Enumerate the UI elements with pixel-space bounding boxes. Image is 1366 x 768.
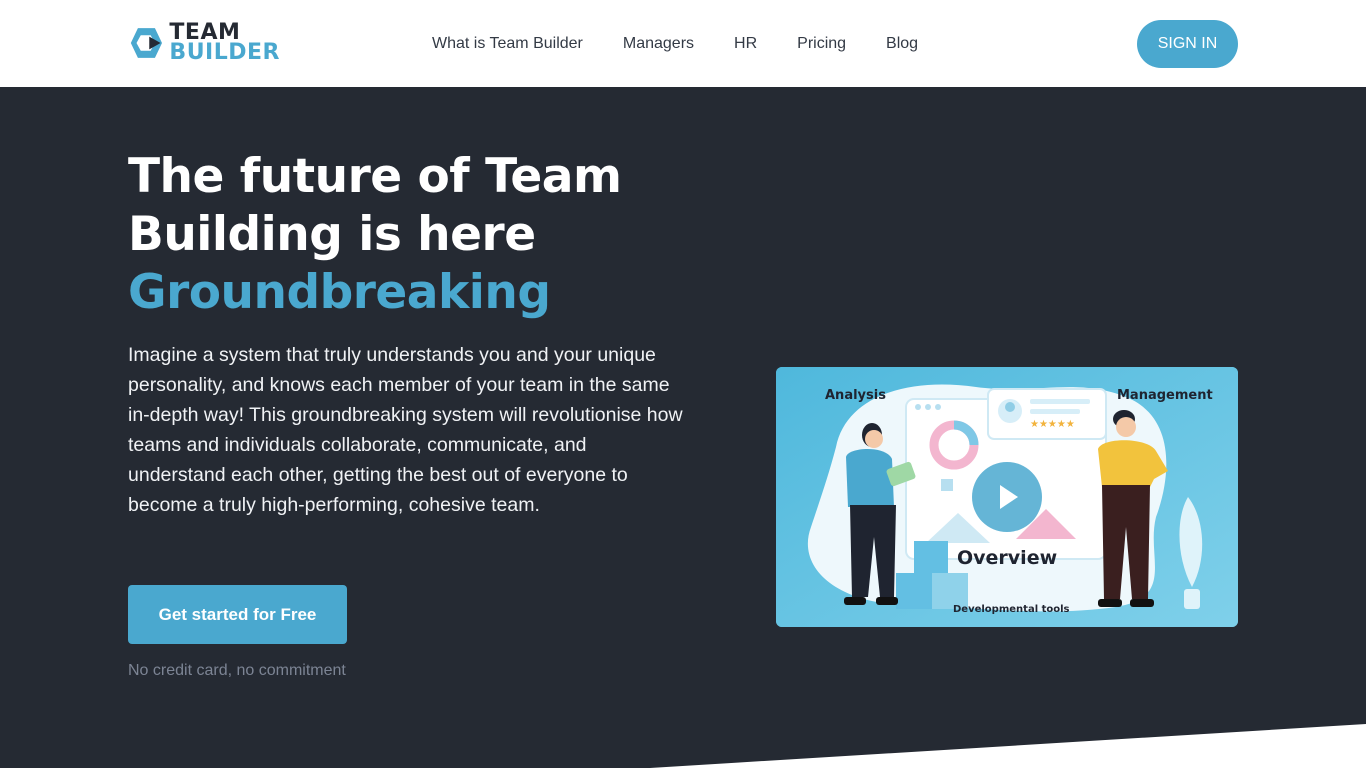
label-management: Management bbox=[1117, 388, 1213, 403]
get-started-button[interactable]: Get started for Free bbox=[128, 585, 347, 644]
nav-item-hr[interactable]: HR bbox=[734, 35, 757, 53]
nav-item-managers[interactable]: Managers bbox=[623, 35, 694, 53]
nav-item-what-is-team-builder[interactable]: What is Team Builder bbox=[432, 35, 583, 53]
nav-item-pricing[interactable]: Pricing bbox=[797, 35, 846, 53]
label-developmental-tools: Developmental tools bbox=[953, 604, 1070, 615]
logo-mark-icon bbox=[130, 28, 163, 58]
section-divider bbox=[650, 724, 1366, 768]
svg-text:★★★★★: ★★★★★ bbox=[1030, 419, 1075, 430]
cta-note: No credit card, no commitment bbox=[128, 662, 346, 679]
nav-item-blog[interactable]: Blog bbox=[886, 35, 918, 53]
video-illustration: ★★★★★ Analysis Management Overview Devel… bbox=[776, 367, 1238, 627]
logo-text-builder: BUILDER bbox=[169, 40, 280, 65]
label-overview: Overview bbox=[957, 547, 1057, 569]
sign-in-button[interactable]: SIGN IN bbox=[1137, 20, 1238, 68]
rating-stars-icon: ★★★★★ bbox=[1030, 419, 1075, 430]
label-analysis: Analysis bbox=[825, 388, 886, 403]
site-header: TEAM BUILDER What is Team Builder Manage… bbox=[0, 0, 1366, 87]
logo[interactable]: TEAM BUILDER bbox=[128, 20, 280, 66]
hero-title: The future of Team Building is here bbox=[128, 149, 622, 262]
hero-accent-word: Groundbreaking bbox=[128, 265, 551, 320]
hero-description: Imagine a system that truly understands … bbox=[128, 344, 683, 516]
overview-video[interactable]: ★★★★★ Analysis Management Overview Devel… bbox=[776, 367, 1238, 627]
main-nav: What is Team Builder Managers HR Pricing… bbox=[432, 0, 918, 87]
